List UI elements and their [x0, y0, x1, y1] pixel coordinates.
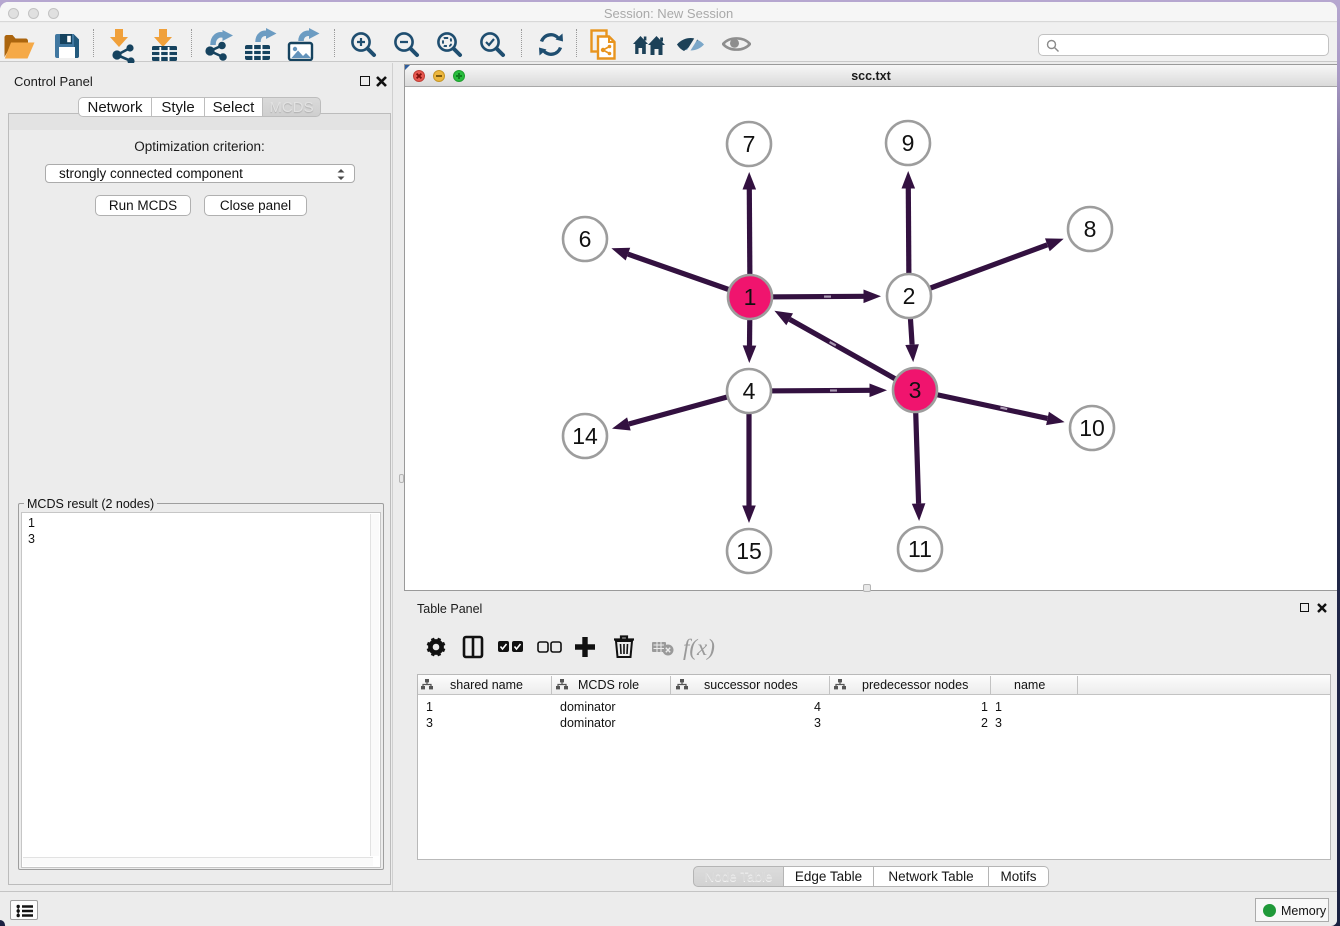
- svg-text:4: 4: [743, 378, 756, 404]
- svg-text:14: 14: [572, 423, 598, 449]
- svg-text:8: 8: [1084, 216, 1097, 242]
- svg-text:1: 1: [744, 284, 757, 310]
- svg-text:6: 6: [579, 226, 592, 252]
- svg-text:15: 15: [736, 538, 762, 564]
- svg-text:11: 11: [908, 536, 932, 562]
- svg-text:2: 2: [903, 283, 916, 309]
- svg-text:f(x): f(x): [683, 635, 715, 660]
- svg-text:9: 9: [902, 130, 915, 156]
- svg-text:7: 7: [743, 131, 756, 157]
- svg-text:10: 10: [1079, 415, 1105, 441]
- svg-text:3: 3: [909, 377, 922, 403]
